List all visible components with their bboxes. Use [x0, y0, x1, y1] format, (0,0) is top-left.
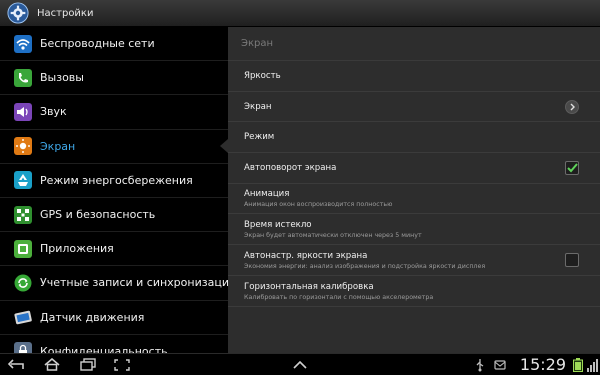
chevron-right-icon[interactable]: [565, 99, 579, 114]
recycle-icon: [13, 170, 33, 190]
setting-title: Яркость: [244, 71, 281, 81]
auto-brightness-setting[interactable]: Автонастр. яркости экрана Экономия энерг…: [228, 245, 600, 276]
system-bar: 15:29: [0, 353, 600, 375]
sidebar-item-wireless[interactable]: Беспроводные сети: [0, 27, 228, 62]
auto-brightness-checkbox[interactable]: [565, 253, 579, 267]
auto-rotate-setting[interactable]: Автоповорот экрана: [228, 153, 600, 184]
screen-setting[interactable]: Экран: [228, 92, 600, 122]
selection-pointer: [220, 139, 228, 154]
section-header: Экран: [228, 27, 600, 61]
apps-icon: [13, 239, 33, 259]
gear-icon[interactable]: [7, 2, 29, 24]
sidebar-item-gps-security[interactable]: GPS и безопасность: [0, 198, 228, 233]
horizontal-calibration-setting[interactable]: Горизонтальная калибровка Калибровать по…: [228, 276, 600, 307]
screenshot-icon[interactable]: [112, 357, 132, 372]
sidebar-item-label: Режим энергосбережения: [40, 173, 193, 187]
sidebar-item-power-saving[interactable]: Режим энергосбережения: [0, 164, 228, 198]
setting-title: Горизонтальная калибровка: [244, 281, 374, 292]
sidebar-item-applications[interactable]: Приложения: [0, 232, 228, 267]
sidebar-item-accounts-sync[interactable]: Учетные записи и синхронизация: [0, 266, 228, 301]
setting-title: Режим: [244, 132, 275, 142]
mode-setting[interactable]: Режим: [228, 122, 600, 153]
setting-title: Экран: [244, 101, 272, 112]
tablet-icon: [13, 307, 33, 327]
app-title: Настройки: [37, 7, 94, 19]
sidebar-item-label: Датчик движения: [40, 310, 145, 324]
setting-title: Время истекло: [244, 219, 312, 230]
sync-icon: [13, 273, 33, 293]
screen-timeout-setting[interactable]: Время истекло Экран будет автоматически …: [228, 214, 600, 245]
chevron-up-icon[interactable]: [290, 357, 310, 372]
setting-title: Автонастр. яркости экрана: [244, 250, 368, 261]
sidebar-item-label: Конфиденциальность: [40, 344, 168, 353]
home-icon[interactable]: [42, 357, 62, 372]
sidebar-item-label: Звук: [40, 105, 67, 119]
sidebar-item-sound[interactable]: Звук: [0, 95, 228, 130]
sidebar-item-label: Беспроводные сети: [40, 37, 155, 51]
sidebar-item-calls[interactable]: Вызовы: [0, 61, 228, 96]
speaker-icon: [13, 102, 33, 122]
sidebar-item-privacy[interactable]: Конфиденциальность: [0, 335, 228, 353]
sidebar-item-label: Приложения: [40, 242, 114, 256]
wifi-icon: [13, 34, 33, 54]
usb-icon: [476, 359, 484, 372]
sidebar-item-label: GPS и безопасность: [40, 208, 156, 222]
phone-icon: [13, 68, 33, 88]
setting-summary: Экран будет автоматически отключен через…: [244, 231, 422, 239]
privacy-icon: [13, 341, 33, 353]
sidebar-item-motion[interactable]: Датчик движения: [0, 301, 228, 335]
display-settings-panel: Экран Яркость Экран Режим Автоповорот эк…: [228, 27, 600, 353]
setting-title: Анимация: [244, 189, 290, 199]
settings-sidebar: Беспроводные сети Вызовы Звук Экран Режи…: [0, 27, 228, 353]
gps-icon: [13, 205, 33, 225]
signal-icon: [587, 359, 598, 372]
clock: 15:29: [519, 355, 566, 374]
animation-setting[interactable]: Анимация Анимация окон воспроизводится п…: [228, 184, 600, 214]
display-icon: [13, 136, 33, 156]
setting-summary: Калибровать по горизонтали с помощью акс…: [244, 293, 434, 301]
recent-apps-icon[interactable]: [78, 357, 98, 372]
brightness-setting[interactable]: Яркость: [228, 61, 600, 92]
auto-rotate-checkbox[interactable]: [565, 161, 579, 175]
sidebar-item-label: Экран: [40, 139, 76, 153]
sidebar-item-label: Вызовы: [40, 71, 84, 85]
setting-title: Автоповорот экрана: [244, 163, 337, 173]
battery-icon: [573, 358, 583, 372]
title-bar: Настройки: [0, 0, 600, 27]
sidebar-item-label: Учетные записи и синхронизация: [40, 276, 228, 290]
notification-icon: [494, 360, 506, 370]
back-icon[interactable]: [6, 357, 26, 372]
setting-summary: Анимация окон воспроизводится полностью: [244, 201, 393, 208]
setting-summary: Экономия энергии: анализ изображения и п…: [244, 262, 486, 270]
sidebar-item-display[interactable]: Экран: [0, 129, 228, 164]
